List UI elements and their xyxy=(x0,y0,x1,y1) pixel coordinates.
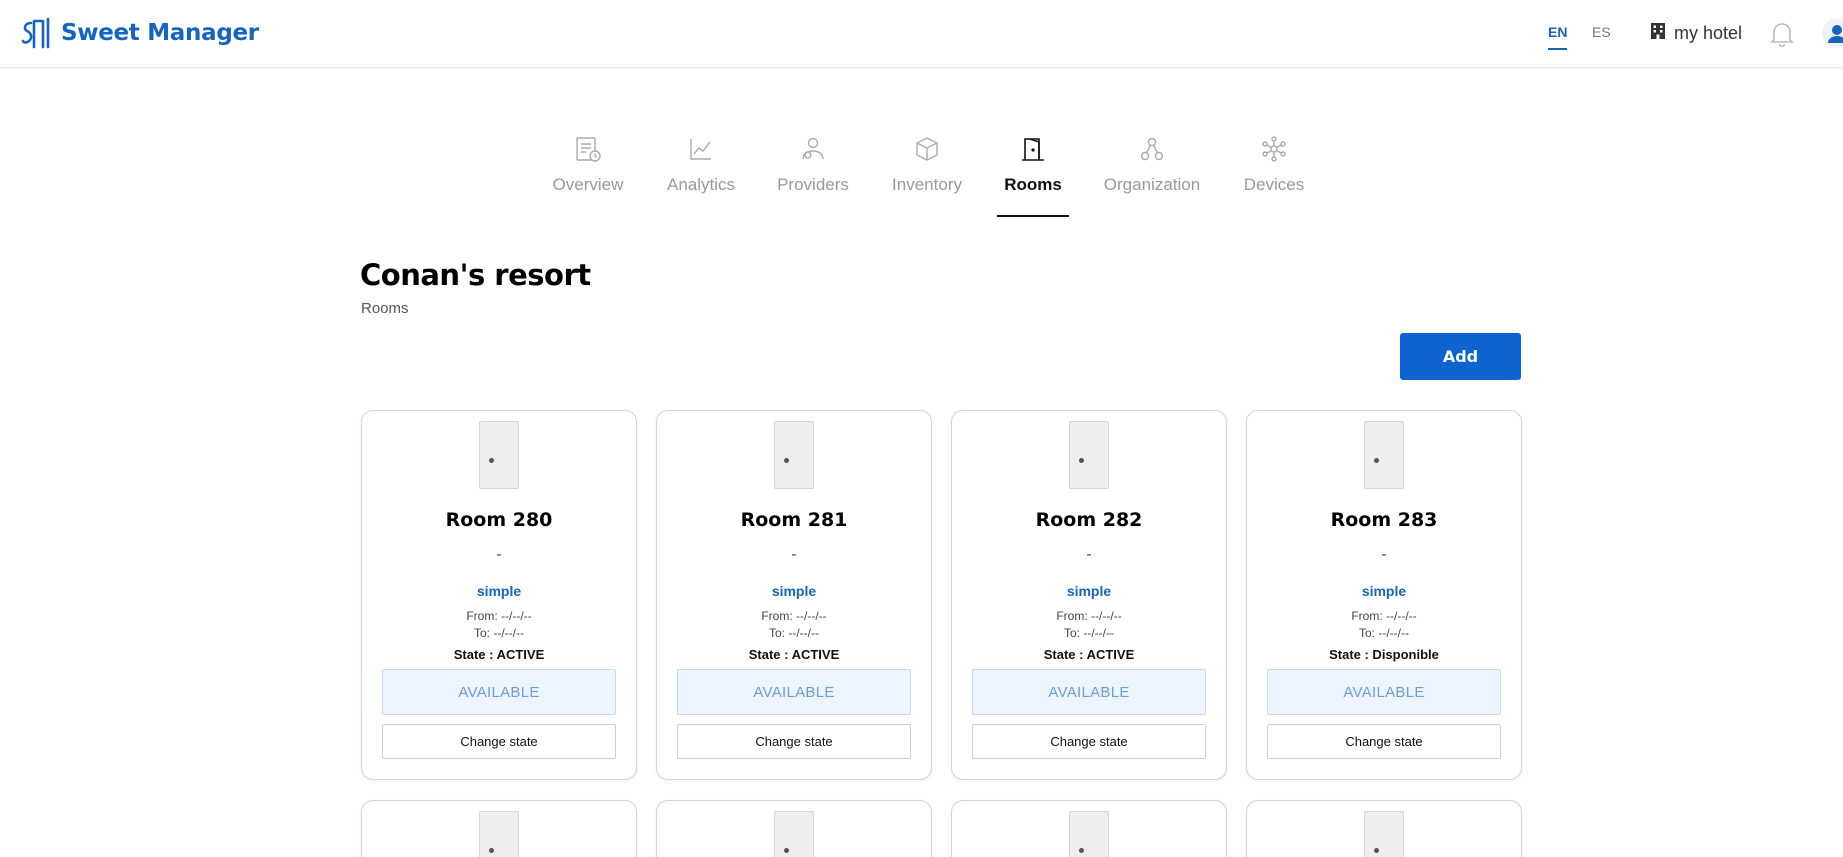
availability-badge: AVAILABLE xyxy=(677,669,911,715)
language-es[interactable]: ES xyxy=(1592,24,1611,40)
door-icon xyxy=(1364,421,1404,489)
room-description: - xyxy=(496,546,502,563)
room-card: Room 282 - simple From: --/--/-- To: --/… xyxy=(951,410,1227,780)
room-description: - xyxy=(1381,546,1387,563)
tab-label: Organization xyxy=(1103,175,1201,194)
hotel-selector[interactable]: my hotel xyxy=(1650,22,1742,45)
room-to-date: To: --/--/-- xyxy=(769,626,819,640)
tab-providers[interactable]: Providers xyxy=(776,135,850,195)
room-card: Room 283 - simple From: --/--/-- To: --/… xyxy=(1246,410,1522,780)
tab-label: Overview xyxy=(552,175,624,194)
hotel-name: my hotel xyxy=(1674,23,1743,43)
change-state-button[interactable]: Change state xyxy=(677,724,911,759)
availability-badge: AVAILABLE xyxy=(972,669,1206,715)
door-icon xyxy=(1019,135,1047,175)
door-icon xyxy=(1364,811,1404,857)
tab-label: Analytics xyxy=(666,175,736,194)
availability-badge: AVAILABLE xyxy=(382,669,616,715)
room-type: simple xyxy=(1361,583,1407,599)
room-to-date: To: --/--/-- xyxy=(1359,626,1409,640)
room-from-date: From: --/--/-- xyxy=(1351,609,1417,623)
room-from-date: From: --/--/-- xyxy=(466,609,532,623)
box-icon xyxy=(913,135,941,175)
page-title: Conan's resort xyxy=(360,258,591,292)
room-state: State : ACTIVE xyxy=(453,647,545,662)
room-card: Room 280 - simple From: --/--/-- To: --/… xyxy=(361,410,637,780)
room-description: - xyxy=(791,546,797,563)
tab-overview[interactable]: Overview xyxy=(551,135,625,195)
add-room-button[interactable]: Add xyxy=(1400,333,1521,380)
hotel-icon xyxy=(1650,22,1666,45)
page-subtitle: Rooms xyxy=(361,300,409,317)
report-icon xyxy=(574,135,602,175)
tab-analytics[interactable]: Analytics xyxy=(664,135,738,195)
change-state-button[interactable]: Change state xyxy=(972,724,1206,759)
room-name: Room 283 xyxy=(1330,509,1438,531)
sweet-manager-logo-icon xyxy=(21,17,55,49)
door-icon xyxy=(479,421,519,489)
tab-label: Providers xyxy=(777,175,849,194)
providers-icon xyxy=(799,135,827,175)
room-to-date: To: --/--/-- xyxy=(1064,626,1114,640)
app-name: Sweet Manager xyxy=(61,20,259,46)
door-icon xyxy=(1069,811,1109,857)
room-name: Room 282 xyxy=(1035,509,1143,531)
room-description: - xyxy=(1086,546,1092,563)
door-icon xyxy=(1069,421,1109,489)
language-en[interactable]: EN xyxy=(1548,24,1568,50)
devices-icon xyxy=(1260,135,1288,175)
room-card xyxy=(656,800,932,857)
tab-devices[interactable]: Devices xyxy=(1238,135,1310,195)
room-state: State : ACTIVE xyxy=(1043,647,1135,662)
room-card xyxy=(951,800,1227,857)
active-tab-indicator xyxy=(997,215,1069,217)
user-avatar-icon[interactable] xyxy=(1822,18,1843,48)
tab-label: Inventory xyxy=(892,175,962,194)
door-icon xyxy=(774,421,814,489)
tab-organization[interactable]: Organization xyxy=(1100,135,1204,195)
tab-rooms[interactable]: Rooms xyxy=(1000,135,1066,195)
room-card: Room 281 - simple From: --/--/-- To: --/… xyxy=(656,410,932,780)
room-state: State : ACTIVE xyxy=(748,647,840,662)
room-from-date: From: --/--/-- xyxy=(761,609,827,623)
room-name: Room 280 xyxy=(445,509,553,531)
chart-line-icon xyxy=(687,135,715,175)
change-state-button[interactable]: Change state xyxy=(1267,724,1501,759)
top-header: Sweet Manager EN ES my hotel xyxy=(0,0,1843,68)
room-from-date: From: --/--/-- xyxy=(1056,609,1122,623)
tab-label: Devices xyxy=(1243,175,1305,194)
tab-label: Rooms xyxy=(1004,175,1062,194)
door-icon xyxy=(774,811,814,857)
room-to-date: To: --/--/-- xyxy=(474,626,524,640)
room-type: simple xyxy=(1066,583,1112,599)
door-icon xyxy=(479,811,519,857)
brand[interactable]: Sweet Manager xyxy=(21,17,259,49)
organization-icon xyxy=(1138,135,1166,175)
room-card xyxy=(361,800,637,857)
tab-inventory[interactable]: Inventory xyxy=(888,135,966,195)
room-name: Room 281 xyxy=(740,509,848,531)
room-state: State : Disponible xyxy=(1329,647,1439,662)
bell-icon[interactable] xyxy=(1770,21,1794,52)
room-type: simple xyxy=(476,583,522,599)
room-type: simple xyxy=(771,583,817,599)
change-state-button[interactable]: Change state xyxy=(382,724,616,759)
room-card xyxy=(1246,800,1522,857)
availability-badge: AVAILABLE xyxy=(1267,669,1501,715)
